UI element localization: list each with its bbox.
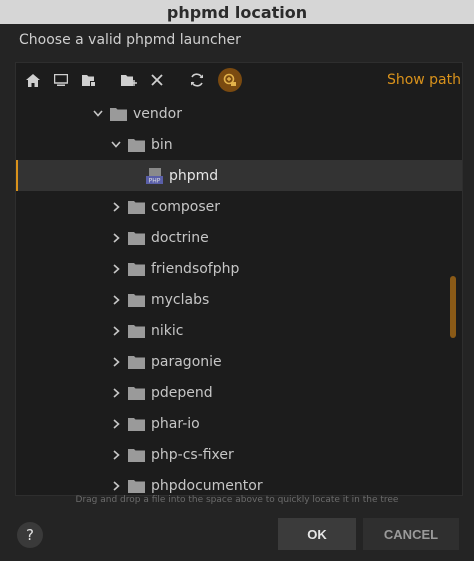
folder-icon [128, 448, 145, 462]
tree-item-pdepend[interactable]: pdepend [16, 377, 462, 408]
folder-icon [128, 200, 145, 214]
folder-icon [128, 293, 145, 307]
chevron-down-icon[interactable] [91, 107, 105, 121]
tree-item-phpdocumentor[interactable]: phpdocumentor [16, 470, 462, 495]
ok-button[interactable]: OK [278, 518, 356, 550]
show-hidden-files-icon[interactable] [218, 68, 242, 92]
chevron-right-icon[interactable] [109, 479, 123, 493]
folder-icon [128, 479, 145, 493]
chevron-right-icon[interactable] [109, 386, 123, 400]
dialog-prompt: Choose a valid phpmd launcher [19, 32, 241, 48]
cancel-button[interactable]: CANCEL [363, 518, 459, 550]
tree-item-php-cs-fixer[interactable]: php-cs-fixer [16, 439, 462, 470]
chevron-right-icon[interactable] [109, 448, 123, 462]
chevron-right-icon[interactable] [109, 355, 123, 369]
folder-icon [110, 107, 127, 121]
folder-icon [128, 386, 145, 400]
tree-scrollbar[interactable] [450, 276, 456, 338]
tree-item-label: phar-io [151, 415, 200, 432]
window-title: phpmd location [0, 0, 474, 24]
tree-item-label: bin [151, 136, 173, 153]
folder-icon [128, 231, 145, 245]
file-tree-panel: Show path vendor bin PHP phpmd composer … [15, 62, 463, 496]
chevron-right-icon[interactable] [109, 417, 123, 431]
chevron-down-icon[interactable] [109, 138, 123, 152]
folder-icon [128, 262, 145, 276]
svg-text:PHP: PHP [149, 177, 161, 184]
tree-item-paragonie[interactable]: paragonie [16, 346, 462, 377]
refresh-icon[interactable] [186, 69, 208, 91]
folder-icon [128, 138, 145, 152]
tree-item-nikic[interactable]: nikic [16, 315, 462, 346]
help-button[interactable]: ? [17, 522, 43, 548]
tree-item-label: composer [151, 198, 221, 215]
tree-item-label: pdepend [151, 384, 213, 401]
tree-item-bin[interactable]: bin [16, 129, 462, 160]
tree-toolbar: Show path [16, 63, 462, 97]
tree-item-label: friendsofphp [151, 260, 240, 277]
tree-item-label: doctrine [151, 229, 209, 246]
tree-item-doctrine[interactable]: doctrine [16, 222, 462, 253]
drag-drop-hint: Drag and drop a file into the space abov… [75, 495, 399, 505]
tree-item-label: phpmd [169, 167, 219, 184]
tree-item-vendor[interactable]: vendor [16, 98, 462, 129]
tree-item-phar-io[interactable]: phar-io [16, 408, 462, 439]
chevron-right-icon[interactable] [109, 262, 123, 276]
tree-item-friendsofphp[interactable]: friendsofphp [16, 253, 462, 284]
chevron-right-icon[interactable] [109, 324, 123, 338]
chevron-right-icon[interactable] [109, 200, 123, 214]
folder-icon [128, 417, 145, 431]
chevron-right-icon[interactable] [109, 231, 123, 245]
tree-item-label: php-cs-fixer [151, 446, 234, 463]
tree-list: vendor bin PHP phpmd composer doctrine f… [16, 98, 462, 495]
home-icon[interactable] [22, 69, 44, 91]
new-folder-icon[interactable] [118, 69, 140, 91]
show-path-link[interactable]: Show path [387, 72, 461, 88]
tree-item-phpmd[interactable]: PHP phpmd [16, 160, 462, 191]
project-icon[interactable] [78, 69, 100, 91]
tree-item-label: myclabs [151, 291, 210, 308]
desktop-icon[interactable] [50, 69, 72, 91]
folder-icon [128, 355, 145, 369]
tree-item-myclabs[interactable]: myclabs [16, 284, 462, 315]
tree-item-label: phpdocumentor [151, 477, 263, 494]
php-file-icon: PHP [146, 167, 163, 184]
tree-item-label: vendor [133, 105, 182, 122]
folder-icon [128, 324, 145, 338]
tree-item-label: nikic [151, 322, 184, 339]
tree-item-composer[interactable]: composer [16, 191, 462, 222]
tree-item-label: paragonie [151, 353, 222, 370]
delete-icon[interactable] [146, 69, 168, 91]
chevron-right-icon[interactable] [109, 293, 123, 307]
